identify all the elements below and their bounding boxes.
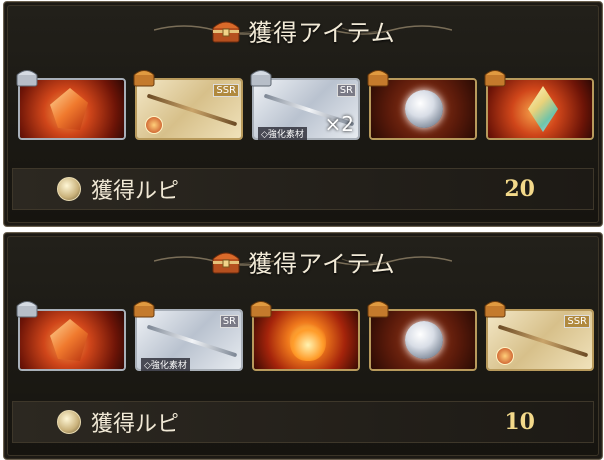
- loot-item[interactable]: [16, 301, 128, 373]
- loot-item[interactable]: [367, 70, 479, 142]
- loot-item[interactable]: [16, 70, 128, 142]
- treasure-chest-icon: [212, 21, 240, 43]
- loot-item[interactable]: [250, 301, 362, 373]
- loot-panel-1: 獲得アイテム SSR SR ◇強化素材 ×2 獲得ルピ 20: [3, 1, 603, 227]
- rupie-row: 獲得ルピ 10: [12, 401, 594, 443]
- panel-title: 獲得アイテム: [248, 249, 396, 278]
- item-list: SSR SR ◇強化素材 ×2: [16, 70, 596, 142]
- fire-emblem-icon: [290, 321, 326, 361]
- gold-chest-icon: [367, 301, 389, 318]
- item-quantity: ×2: [324, 112, 354, 136]
- gold-chest-icon: [484, 301, 506, 318]
- gold-chest-icon: [484, 70, 506, 87]
- item-list: SR ◇強化素材 SSR: [16, 301, 596, 373]
- loot-item[interactable]: [367, 301, 479, 373]
- rupie-row: 獲得ルピ 20: [12, 168, 594, 210]
- fire-crystal-icon: [50, 88, 88, 130]
- panel-header: 獲得アイテム: [4, 241, 602, 281]
- silver-chest-icon: [16, 70, 38, 87]
- element-orb-icon: [496, 347, 514, 365]
- item-art: [20, 311, 124, 369]
- rupie-coin-icon: [57, 410, 81, 434]
- rarity-badge: SR: [219, 315, 239, 328]
- rarity-badge: SSR: [213, 84, 239, 97]
- panel-title: 獲得アイテム: [248, 18, 396, 47]
- gold-chest-icon: [250, 301, 272, 318]
- item-art: [371, 80, 475, 138]
- loot-panel-2: 獲得アイテム SR ◇強化素材 SSR 獲得ルピ 10: [3, 232, 603, 460]
- rupie-amount: 10: [504, 409, 535, 435]
- treasure-chest-icon: [212, 252, 240, 274]
- item-art: [371, 311, 475, 369]
- rupie-coin-icon: [57, 177, 81, 201]
- gold-chest-icon: [133, 301, 155, 318]
- material-tag: ◇強化素材: [141, 358, 190, 371]
- gold-chest-icon: [133, 70, 155, 87]
- item-art: [254, 311, 358, 369]
- item-art: [20, 80, 124, 138]
- loot-item[interactable]: SR ◇強化素材 ×2: [250, 70, 362, 142]
- orb-icon: [405, 90, 443, 128]
- material-tag: ◇強化素材: [258, 127, 307, 140]
- loot-item[interactable]: SR ◇強化素材: [133, 301, 245, 373]
- silver-chest-icon: [16, 301, 38, 318]
- rupie-label: 獲得ルピ: [91, 179, 180, 204]
- loot-item[interactable]: [484, 70, 596, 142]
- item-art: [488, 80, 592, 138]
- orb-icon: [405, 321, 443, 359]
- rarity-badge: SR: [336, 84, 356, 97]
- element-orb-icon: [145, 116, 163, 134]
- rupie-label: 獲得ルピ: [91, 412, 180, 437]
- rarity-badge: SSR: [564, 315, 590, 328]
- silver-chest-icon: [250, 70, 272, 87]
- gem-icon: [528, 86, 558, 132]
- fire-crystal-icon: [50, 319, 88, 361]
- silver-staff-icon: [146, 324, 238, 358]
- panel-header: 獲得アイテム: [4, 10, 602, 50]
- loot-item[interactable]: SSR: [133, 70, 245, 142]
- gold-chest-icon: [367, 70, 389, 87]
- rupie-amount: 20: [504, 176, 535, 202]
- loot-item[interactable]: SSR: [484, 301, 596, 373]
